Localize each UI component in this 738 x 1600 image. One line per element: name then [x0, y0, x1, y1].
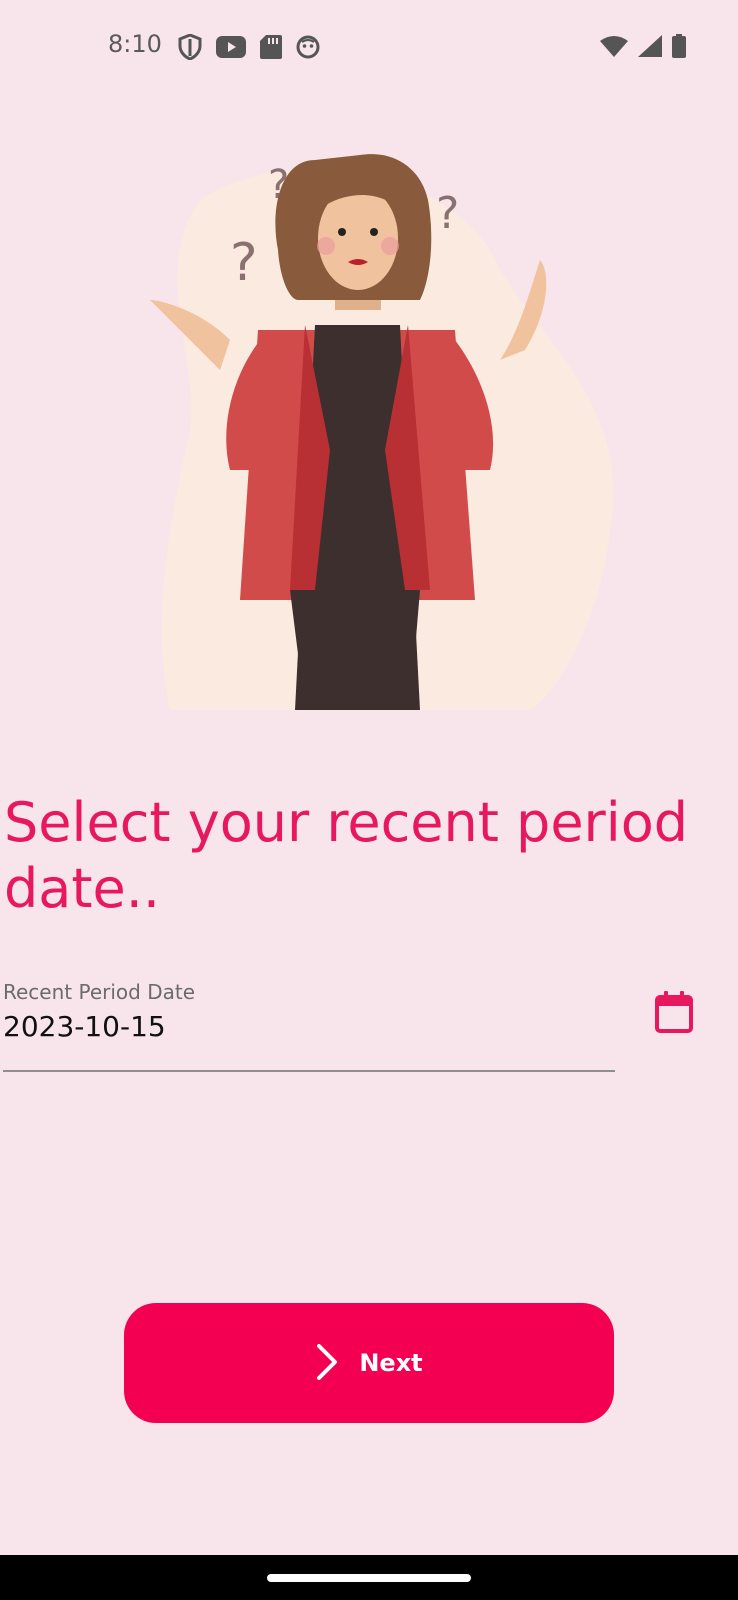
calendar-icon — [654, 990, 694, 1038]
field-underline — [3, 1070, 615, 1072]
chevron-right-icon — [315, 1343, 339, 1383]
recent-period-date-field[interactable]: Recent Period Date 2023-10-15 — [3, 980, 615, 1072]
battery-icon — [672, 34, 686, 62]
next-button[interactable]: Next — [124, 1303, 614, 1423]
youtube-icon — [216, 36, 246, 62]
home-handle[interactable] — [267, 1574, 471, 1582]
status-icons-left — [178, 33, 320, 64]
calendar-button[interactable] — [650, 990, 698, 1038]
status-time: 8:10 — [108, 30, 162, 58]
next-label: Next — [359, 1349, 423, 1377]
page-title: Select your recent period date.. — [4, 791, 689, 920]
android-icon — [296, 35, 320, 63]
confused-woman-illustration: ? ? ? — [130, 150, 630, 712]
svg-text:?: ? — [436, 188, 459, 239]
shield-icon — [178, 33, 202, 64]
status-bar: 8:10 — [0, 0, 738, 96]
status-icons-right — [600, 34, 686, 62]
sd-card-icon — [260, 35, 282, 63]
field-label: Recent Period Date — [3, 980, 196, 1004]
wifi-icon — [600, 35, 628, 61]
date-value[interactable]: 2023-10-15 — [3, 1010, 166, 1043]
svg-text:?: ? — [230, 233, 258, 293]
signal-icon — [638, 35, 662, 61]
